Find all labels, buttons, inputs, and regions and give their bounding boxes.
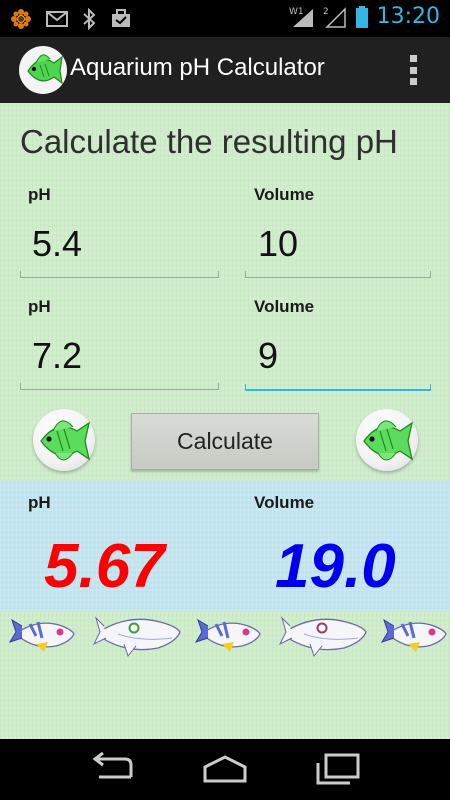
status-bar: W1 2 13:20 — [0, 0, 450, 37]
ph-input-1-underline — [20, 271, 219, 278]
signal-icon: 2 — [323, 7, 346, 28]
battery-icon — [355, 5, 368, 28]
fish-icon-left — [33, 409, 95, 471]
app-title: Aquarium pH Calculator — [70, 54, 325, 81]
app-fish-icon — [19, 46, 67, 94]
ph-input-2[interactable]: 7.2 — [32, 335, 82, 377]
flower-icon — [11, 9, 31, 29]
small-fish-icon — [380, 618, 447, 652]
home-icon[interactable] — [197, 751, 253, 787]
volume-input-2-underline — [245, 384, 431, 391]
result-panel: pH Volume 5.67 19.0 — [0, 481, 450, 611]
volume-input-1[interactable]: 10 — [258, 223, 298, 265]
result-ph-value: 5.67 — [44, 532, 165, 601]
fish-icon-right — [356, 409, 418, 471]
ph-input-1[interactable]: 5.4 — [32, 223, 82, 265]
wifi-icon: W1 — [289, 7, 313, 27]
result-volume-label: Volume — [254, 493, 315, 512]
content-area: Calculate the resulting pH pH Volume 5.4… — [0, 103, 450, 739]
briefcase-icon — [112, 9, 130, 27]
result-ph-label: pH — [28, 493, 51, 512]
clock: 13:20 — [376, 4, 440, 29]
overflow-menu-icon[interactable] — [410, 55, 418, 85]
gmail-icon — [46, 11, 68, 27]
result-volume-value: 19.0 — [275, 532, 396, 601]
ph-label-1: pH — [28, 185, 51, 204]
bluetooth-icon — [83, 8, 96, 30]
recent-apps-icon[interactable] — [310, 751, 366, 787]
action-bar: Aquarium pH Calculator — [0, 37, 450, 104]
back-icon[interactable] — [85, 751, 141, 787]
page-title: Calculate the resulting pH — [20, 123, 398, 160]
volume-input-2[interactable]: 9 — [258, 335, 278, 377]
svg-text:2: 2 — [323, 7, 329, 17]
volume-label-2: Volume — [254, 297, 315, 316]
volume-label-1: Volume — [254, 185, 315, 204]
calculate-button[interactable]: Calculate — [131, 413, 319, 470]
big-fish-icon — [92, 616, 181, 658]
ph-label-2: pH — [28, 297, 51, 316]
volume-input-1-underline — [245, 271, 431, 278]
decorative-fish-row — [8, 616, 447, 658]
small-fish-icon — [194, 618, 261, 652]
navigation-bar — [0, 739, 450, 800]
small-fish-icon — [8, 618, 75, 652]
svg-text:W1: W1 — [289, 7, 304, 17]
ph-input-2-underline — [20, 383, 219, 390]
big-fish-icon — [278, 616, 367, 658]
